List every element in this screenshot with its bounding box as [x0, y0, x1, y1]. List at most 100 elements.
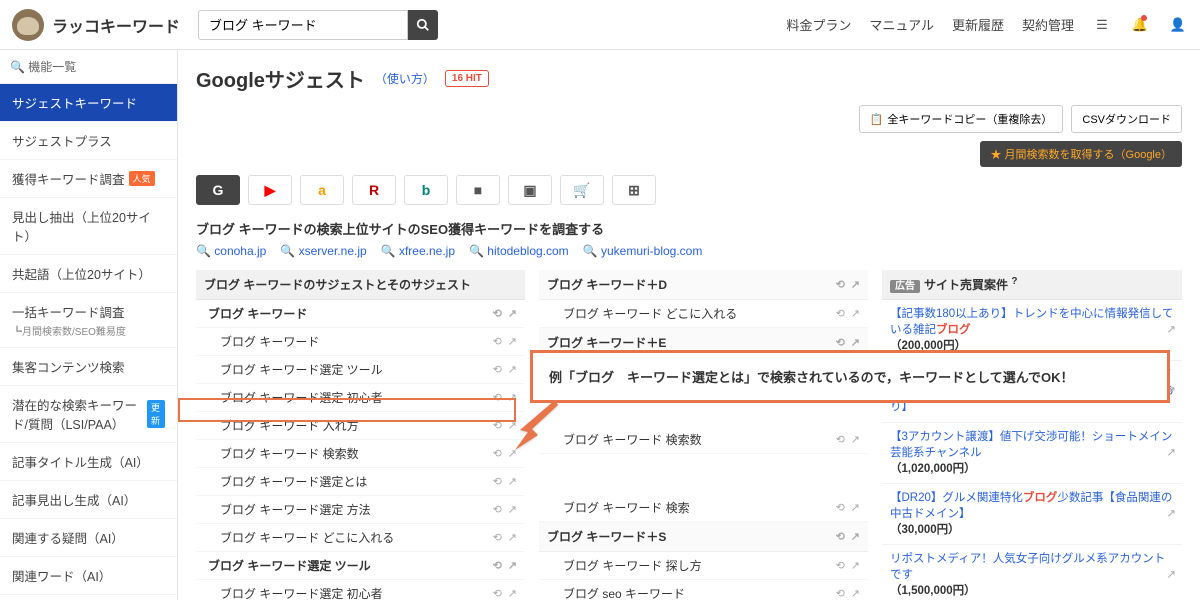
open-icon[interactable]: ↗ [1166, 567, 1176, 583]
logo[interactable]: ラッコキーワード [12, 9, 180, 41]
sidebar-item-2[interactable]: 獲得キーワード調査人気 [0, 160, 177, 198]
sidebar-item-4[interactable]: 共起語（上位20サイト） [0, 255, 177, 293]
reload-icon[interactable]: ⟲ [836, 587, 845, 600]
reload-icon[interactable]: ⟲ [493, 391, 502, 404]
open-icon[interactable]: ↗ [508, 559, 517, 572]
sidebar-item-3[interactable]: 見出し抽出（上位20サイト） [0, 198, 177, 255]
kw-row[interactable]: ブログ キーワード 探し方⟲↗ [539, 552, 868, 580]
platform-btn-7[interactable]: 🛒 [560, 175, 604, 205]
platform-btn-5[interactable]: ■ [456, 175, 500, 205]
domain-link-1[interactable]: 🔍 xserver.ne.jp [280, 244, 366, 258]
sidebar-item-1[interactable]: サジェストプラス [0, 122, 177, 160]
csv-button[interactable]: CSVダウンロード [1071, 105, 1182, 133]
reload-icon[interactable]: ⟲ [493, 363, 502, 376]
user-icon[interactable]: 👤 [1168, 15, 1188, 35]
kw-row[interactable]: ブログ キーワード どこに入れる⟲↗ [196, 524, 525, 552]
reload-icon[interactable]: ⟲ [836, 501, 845, 514]
open-icon[interactable]: ↗ [1166, 322, 1176, 338]
page-title: Googleサジェスト （使い方） 16 HIT [196, 64, 1182, 93]
sidebar-item-8[interactable]: 記事タイトル生成（AI） [0, 443, 177, 481]
kw-parent[interactable]: ブログ キーワード⟲↗ [196, 300, 525, 328]
kw-row[interactable]: ブログ キーワード⟲↗ [196, 328, 525, 356]
kw-row[interactable]: ブログ キーワード 検索数⟲↗ [539, 426, 868, 454]
domain-link-3[interactable]: 🔍 hitodeblog.com [469, 244, 569, 258]
open-icon[interactable]: ↗ [851, 501, 860, 514]
ad-item-4[interactable]: リポストメディア！人気女子向けグルメ系アカウントです（1,500,000円）↗ [882, 545, 1182, 600]
usage-link[interactable]: （使い方） [375, 70, 435, 87]
kw-row[interactable]: ブログ seo キーワード⟲↗ [539, 580, 868, 600]
platform-btn-3[interactable]: R [352, 175, 396, 205]
kw-row[interactable]: ブログ キーワード選定とは⟲↗ [196, 468, 525, 496]
open-icon[interactable]: ↗ [851, 433, 860, 446]
ad-item-3[interactable]: 【DR20】グルメ関連特化ブログ少数記事【食品関連の中古ドメイン】（30,000… [882, 484, 1182, 545]
reload-icon[interactable]: ⟲ [836, 307, 845, 320]
get-volume-button[interactable]: ★ 月間検索数を取得する（Google） [980, 141, 1182, 167]
open-icon[interactable]: ↗ [508, 307, 517, 320]
kw-row[interactable]: ブログ キーワード選定 ツール⟲↗ [196, 356, 525, 384]
reload-icon[interactable]: ⟲ [493, 531, 502, 544]
search-button[interactable] [408, 10, 438, 40]
open-icon[interactable]: ↗ [1166, 445, 1176, 461]
sidebar-item-6[interactable]: 集客コンテンツ検索 [0, 348, 177, 386]
open-icon[interactable]: ↗ [508, 531, 517, 544]
reload-icon[interactable]: ⟲ [836, 336, 845, 349]
reload-icon[interactable]: ⟲ [493, 307, 502, 320]
open-icon[interactable]: ↗ [508, 335, 517, 348]
kw-row[interactable]: ブログ キーワード 検索⟲↗ [539, 494, 868, 522]
domain-link-2[interactable]: 🔍 xfree.ne.jp [381, 244, 455, 258]
sidebar-item-11[interactable]: 関連ワード（AI） [0, 557, 177, 595]
sidebar-item-0[interactable]: サジェストキーワード [0, 84, 177, 122]
open-icon[interactable]: ↗ [508, 363, 517, 376]
kw-row[interactable]: ブログ キーワード選定 初心者⟲↗ [196, 580, 525, 600]
nav-pricing[interactable]: 料金プラン [786, 15, 851, 34]
search-input[interactable] [198, 10, 408, 40]
platform-btn-0[interactable]: G [196, 175, 240, 205]
kw-row[interactable]: ブログ キーワード どこに入れる⟲↗ [539, 300, 868, 328]
copy-all-button[interactable]: 📋 全キーワードコピー（重複除去） [859, 105, 1064, 133]
reload-icon[interactable]: ⟲ [836, 530, 845, 543]
menu-icon[interactable]: ☰ [1092, 15, 1112, 35]
platform-btn-2[interactable]: a [300, 175, 344, 205]
open-icon[interactable]: ↗ [851, 559, 860, 572]
open-icon[interactable]: ↗ [851, 278, 860, 291]
kw-row[interactable]: ブログ キーワード 入れ方⟲↗ [196, 412, 525, 440]
nav-contract[interactable]: 契約管理 [1022, 15, 1074, 34]
open-icon[interactable]: ↗ [1166, 506, 1176, 522]
sidebar-item-12[interactable]: 関連ハッシュタグ [0, 595, 177, 600]
kw-row[interactable]: ブログ キーワード選定 初心者⟲↗ [196, 384, 525, 412]
platform-btn-6[interactable]: ▣ [508, 175, 552, 205]
open-icon[interactable]: ↗ [508, 475, 517, 488]
nav-changelog[interactable]: 更新履歴 [952, 15, 1004, 34]
open-icon[interactable]: ↗ [508, 587, 517, 600]
reload-icon[interactable]: ⟲ [493, 559, 502, 572]
open-icon[interactable]: ↗ [508, 503, 517, 516]
reload-icon[interactable]: ⟲ [493, 335, 502, 348]
platform-btn-8[interactable]: ⊞ [612, 175, 656, 205]
open-icon[interactable]: ↗ [851, 307, 860, 320]
reload-icon[interactable]: ⟲ [493, 503, 502, 516]
platform-btn-1[interactable]: ▶ [248, 175, 292, 205]
open-icon[interactable]: ↗ [851, 336, 860, 349]
nav-manual[interactable]: マニュアル [869, 15, 934, 34]
kw-row[interactable]: ブログ キーワード選定 方法⟲↗ [196, 496, 525, 524]
reload-icon[interactable]: ⟲ [836, 278, 845, 291]
kw-row[interactable]: ブログ キーワード 検索数⟲↗ [196, 440, 525, 468]
ad-item-2[interactable]: 【3アカウント譲渡】値下げ交渉可能！ショートメイン芸能系チャンネル（1,020,… [882, 423, 1182, 484]
sidebar-item-9[interactable]: 記事見出し生成（AI） [0, 481, 177, 519]
reload-icon[interactable]: ⟲ [493, 447, 502, 460]
sidebar-item-7[interactable]: 潜在的な検索キーワード/質問（LSI/PAA）更新 [0, 386, 177, 443]
open-icon[interactable]: ↗ [851, 530, 860, 543]
reload-icon[interactable]: ⟲ [836, 433, 845, 446]
bell-icon[interactable]: 🔔 [1130, 15, 1150, 35]
sidebar-item-5[interactable]: 一括キーワード調査┗月間検索数/SEO難易度 [0, 293, 177, 348]
reload-icon[interactable]: ⟲ [493, 475, 502, 488]
domain-link-4[interactable]: 🔍 yukemuri-blog.com [583, 244, 703, 258]
platform-btn-4[interactable]: b [404, 175, 448, 205]
reload-icon[interactable]: ⟲ [493, 419, 502, 432]
open-icon[interactable]: ↗ [851, 587, 860, 600]
sidebar-item-10[interactable]: 関連する疑問（AI） [0, 519, 177, 557]
kw-parent[interactable]: ブログ キーワード選定 ツール⟲↗ [196, 552, 525, 580]
reload-icon[interactable]: ⟲ [493, 587, 502, 600]
domain-link-0[interactable]: 🔍 conoha.jp [196, 244, 266, 258]
reload-icon[interactable]: ⟲ [836, 559, 845, 572]
